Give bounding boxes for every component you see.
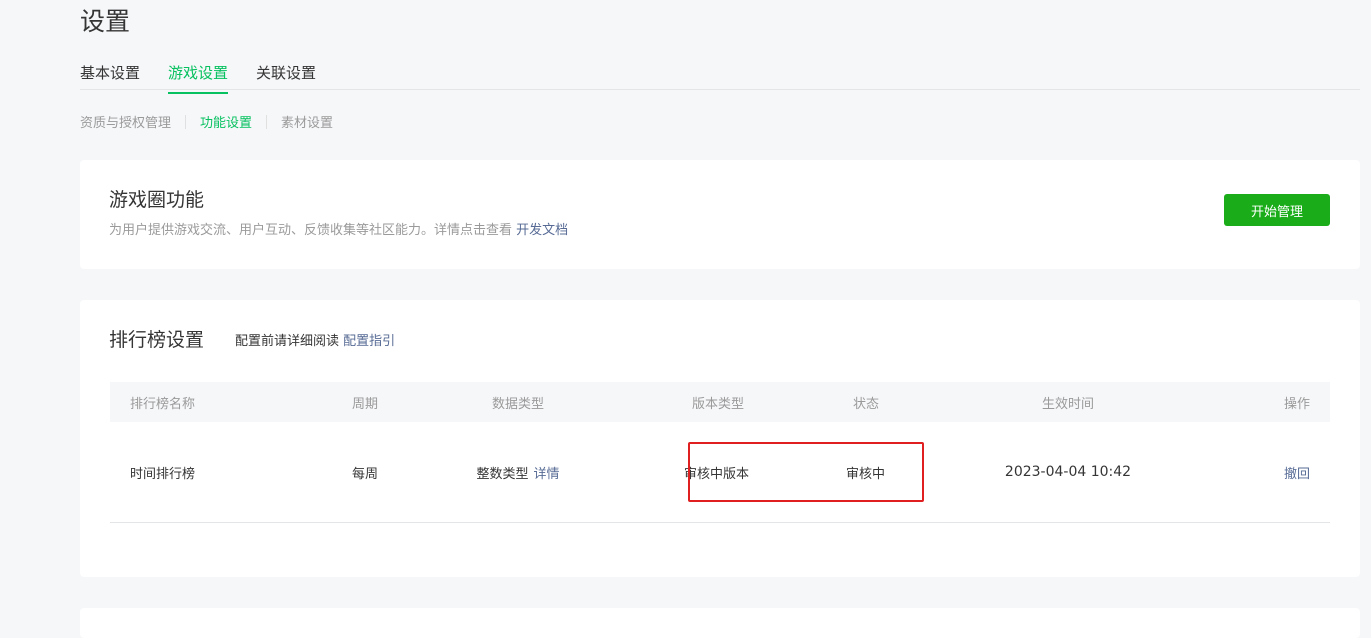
table-header: 排行榜名称 周期 数据类型 版本类型 状态 生效时间 操作 xyxy=(110,382,1330,422)
next-card xyxy=(80,608,1360,638)
config-guide-link[interactable]: 配置指引 xyxy=(343,334,395,349)
tab-game-settings[interactable]: 游戏设置 xyxy=(168,62,229,94)
col-action: 操作 xyxy=(1283,396,1310,412)
tab-linked-settings[interactable]: 关联设置 xyxy=(256,62,316,83)
divider xyxy=(266,114,268,129)
subtab-materials[interactable]: 素材设置 xyxy=(281,112,333,131)
game-circle-title: 游戏圈功能 xyxy=(109,189,205,211)
table-row: 时间排行榜 每周 整数类型 详情 审核中版本 审核中 2023-04-04 10… xyxy=(110,422,1330,523)
col-data-type: 数据类型 xyxy=(491,396,544,412)
leaderboard-title: 排行榜设置 xyxy=(109,329,205,351)
subtab-qualification[interactable]: 资质与授权管理 xyxy=(80,112,171,131)
game-circle-description: 为用户提供游戏交流、用户互动、反馈收集等社区能力。详情点击查看 开发文档 xyxy=(109,219,568,238)
leaderboard-hint: 配置前请详细阅读 配置指引 xyxy=(235,330,395,349)
leaderboard-hint-text: 配置前请详细阅读 xyxy=(235,334,340,349)
tab-basic-settings[interactable]: 基本设置 xyxy=(80,62,140,83)
sub-tabs: 资质与授权管理 功能设置 素材设置 xyxy=(80,112,333,131)
cell-effective-time: 2023-04-04 10:42 xyxy=(1004,464,1132,480)
start-manage-button[interactable]: 开始管理 xyxy=(1224,194,1330,226)
col-name: 排行榜名称 xyxy=(130,396,196,412)
col-version-type: 版本类型 xyxy=(691,396,744,412)
withdraw-link[interactable]: 撤回 xyxy=(1284,422,1310,522)
detail-link[interactable]: 详情 xyxy=(534,463,560,482)
cell-data-type: 整数类型 详情 xyxy=(458,422,578,522)
col-period: 周期 xyxy=(351,396,378,412)
main-tabs: 基本设置 游戏设置 关联设置 xyxy=(80,58,1360,94)
cell-name: 时间排行榜 xyxy=(130,466,196,482)
game-circle-card: 游戏圈功能 为用户提供游戏交流、用户互动、反馈收集等社区能力。详情点击查看 开发… xyxy=(80,160,1360,269)
page-title: 设置 xyxy=(80,7,131,36)
cell-period: 每周 xyxy=(351,466,378,482)
subtab-features[interactable]: 功能设置 xyxy=(200,112,252,131)
col-effective-time: 生效时间 xyxy=(1041,396,1094,412)
dev-docs-link[interactable]: 开发文档 xyxy=(516,223,568,238)
highlight-box xyxy=(688,442,924,502)
leaderboard-card: 排行榜设置 配置前请详细阅读 配置指引 排行榜名称 周期 数据类型 版本类型 状… xyxy=(80,300,1360,577)
divider xyxy=(185,114,187,129)
game-circle-description-text: 为用户提供游戏交流、用户互动、反馈收集等社区能力。详情点击查看 xyxy=(109,223,513,238)
col-status: 状态 xyxy=(852,396,879,412)
cell-data-type-text: 整数类型 xyxy=(476,466,529,482)
